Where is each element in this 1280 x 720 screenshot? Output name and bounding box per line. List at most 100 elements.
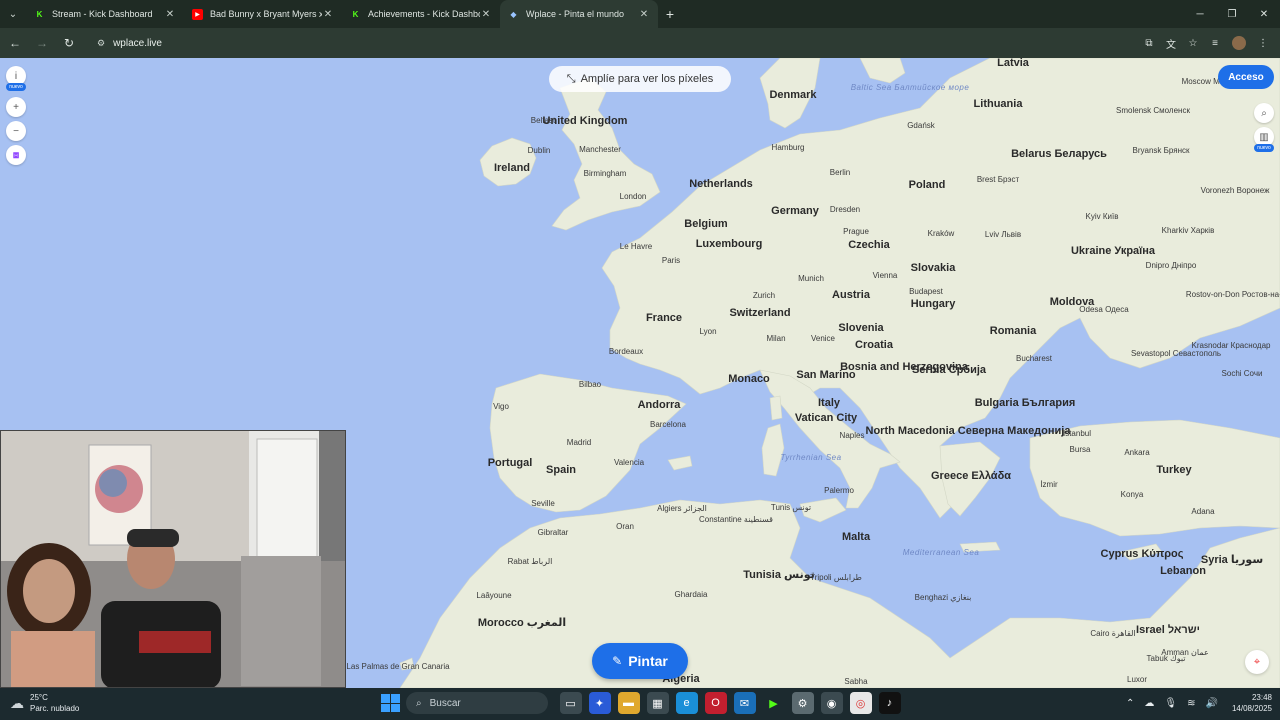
wifi-icon[interactable]: ≋: [1187, 698, 1195, 709]
twitch-icon[interactable]: ⧈: [6, 145, 26, 165]
settings-gear-icon[interactable]: ⚙: [791, 692, 814, 714]
city-label: Palermo: [824, 485, 854, 495]
sea-label: Mediterranean Sea: [902, 547, 980, 557]
search-icon[interactable]: ⌕: [1254, 103, 1274, 123]
volume-icon[interactable]: 🔊: [1206, 698, 1218, 709]
weather-temp: 25°C: [30, 693, 48, 702]
locate-icon[interactable]: ⌖: [1245, 650, 1269, 674]
browser-toolbar: ← → ↻ ⚙ wplace.live ⧉ 文 ☆ ≡ ⋮: [0, 28, 1280, 58]
webcam-feed: [1, 431, 345, 687]
copilot-icon[interactable]: ✦: [588, 692, 611, 714]
tiktok-icon[interactable]: ♪: [878, 692, 901, 714]
close-icon[interactable]: ✕: [480, 9, 492, 20]
url-text: wplace.live: [113, 37, 162, 49]
country-label: North Macedonia Северна Македонија: [865, 425, 1071, 438]
right-controls: ⌕ ▥ nuevo: [1254, 103, 1274, 158]
menu-dots-icon[interactable]: ⋮: [1252, 31, 1274, 55]
city-label: Ghardaia: [674, 589, 708, 599]
chevron-up-icon[interactable]: ⌃: [1126, 698, 1134, 709]
zoom-out-icon[interactable]: −: [6, 121, 26, 141]
tab-stream-kick[interactable]: K Stream - Kick Dashboard ✕: [26, 0, 184, 28]
profile-avatar[interactable]: [1232, 36, 1246, 50]
tab-wplace[interactable]: ◆ Wplace - Pinta el mundo ✕: [500, 0, 658, 28]
tab-search-chevron-icon[interactable]: ⌄: [0, 0, 26, 28]
city-label: Sevastopol Севастополь: [1130, 348, 1222, 358]
city-label: Bordeaux: [608, 346, 644, 356]
kick-app-icon[interactable]: ▶: [763, 692, 785, 714]
city-label: Cairo القاهرة: [1090, 628, 1136, 638]
new-badge: nuevo: [1254, 144, 1274, 152]
city-label: Constantine قسنطينة: [699, 514, 773, 524]
weather-widget[interactable]: ☁ 25°C Parc. nublado: [10, 692, 79, 714]
tab-title: Wplace - Pinta el mundo: [526, 9, 625, 19]
country-label: Slovakia: [910, 262, 956, 275]
restore-icon[interactable]: ❐: [1216, 0, 1248, 28]
close-icon[interactable]: ✕: [164, 9, 176, 20]
minimize-icon[interactable]: ─: [1184, 0, 1216, 28]
window-close-icon[interactable]: ✕: [1248, 0, 1280, 28]
city-label: Hamburg: [771, 142, 805, 152]
close-icon[interactable]: ✕: [322, 9, 334, 20]
tab-title: Bad Bunny x Bryant Myers x Zio: [210, 9, 322, 19]
country-label: Turkey: [1156, 464, 1192, 477]
country-label: Netherlands: [689, 178, 753, 191]
close-icon[interactable]: ✕: [638, 9, 650, 20]
country-label: Andorra: [637, 399, 681, 412]
country-label: Monaco: [728, 373, 770, 386]
city-label: Odesa Одеса: [1079, 304, 1129, 314]
cloud-moon-icon: ☁: [10, 694, 24, 711]
city-label: Budapest: [909, 286, 943, 296]
country-label: Czechia: [848, 239, 890, 252]
country-label: Switzerland: [729, 307, 791, 320]
login-button[interactable]: Acceso: [1218, 65, 1274, 89]
city-label: Istanbul: [1062, 428, 1092, 438]
city-label: Tunis تونس: [770, 502, 812, 512]
city-label: Tripoli طرابلس: [810, 572, 862, 582]
onedrive-icon[interactable]: ☁: [1144, 698, 1154, 709]
world-map[interactable]: United Kingdom Ireland Denmark Latvia Lithua…: [0, 58, 1280, 688]
bookmark-star-icon[interactable]: ☆: [1182, 31, 1204, 55]
country-label: Tunisia تونس: [743, 569, 815, 582]
cast-icon[interactable]: ⧉: [1138, 31, 1160, 55]
country-label: France: [645, 312, 683, 325]
paint-button[interactable]: ✎ Pintar: [592, 643, 688, 679]
reload-icon[interactable]: ↻: [57, 31, 81, 55]
media-control-icon[interactable]: ≡: [1204, 31, 1226, 55]
country-label: Portugal: [487, 457, 533, 470]
country-label: United Kingdom: [542, 115, 628, 128]
tab-achievements-kick[interactable]: K Achievements - Kick Dashboard ✕: [342, 0, 500, 28]
country-label: Greece Ελλάδα: [931, 470, 1011, 483]
taskbar-search[interactable]: ⌕ Buscar: [406, 692, 548, 714]
sea-label: Baltic Sea Балтийское море: [850, 82, 970, 92]
site-info-icon[interactable]: ⚙: [97, 38, 105, 49]
outlook-icon[interactable]: ✉: [733, 692, 756, 714]
city-label: Oran: [616, 521, 634, 531]
city-label: Le Havre: [619, 241, 653, 251]
store-icon[interactable]: ▦: [646, 692, 669, 714]
translate-icon[interactable]: 文: [1160, 31, 1182, 55]
zoom-in-icon[interactable]: +: [6, 97, 26, 117]
country-label: Poland: [908, 179, 946, 192]
steam-icon[interactable]: ◉: [820, 692, 843, 714]
city-label: Seville: [531, 498, 555, 508]
city-label: Ankara: [1124, 447, 1150, 457]
back-arrow-icon[interactable]: ←: [3, 31, 27, 55]
forward-arrow-icon[interactable]: →: [30, 31, 54, 55]
task-view-icon[interactable]: ▭: [559, 692, 582, 714]
microphone-icon[interactable]: 🎙: [1164, 698, 1177, 709]
edge-icon[interactable]: e: [675, 692, 698, 714]
city-label: Valencia: [613, 457, 645, 467]
clock[interactable]: 23:48 14/08/2025: [1232, 692, 1272, 714]
tab-strip: ⌄ K Stream - Kick Dashboard ✕ ▶ Bad Bunn…: [0, 0, 1280, 28]
chrome-icon[interactable]: ◎: [849, 692, 872, 714]
city-label: Vigo: [493, 401, 509, 411]
opera-icon[interactable]: O: [704, 692, 727, 714]
windows-start-icon[interactable]: [380, 693, 400, 713]
tab-youtube[interactable]: ▶ Bad Bunny x Bryant Myers x Zio ✕: [184, 0, 342, 28]
file-explorer-icon[interactable]: ▬: [617, 692, 640, 714]
address-bar[interactable]: ⚙ wplace.live: [89, 32, 1129, 54]
city-label: Sochi Сочи: [1221, 368, 1263, 378]
paint-label: Pintar: [628, 653, 668, 669]
city-label: Prague: [843, 226, 869, 236]
new-tab-plus-icon[interactable]: +: [658, 0, 682, 28]
